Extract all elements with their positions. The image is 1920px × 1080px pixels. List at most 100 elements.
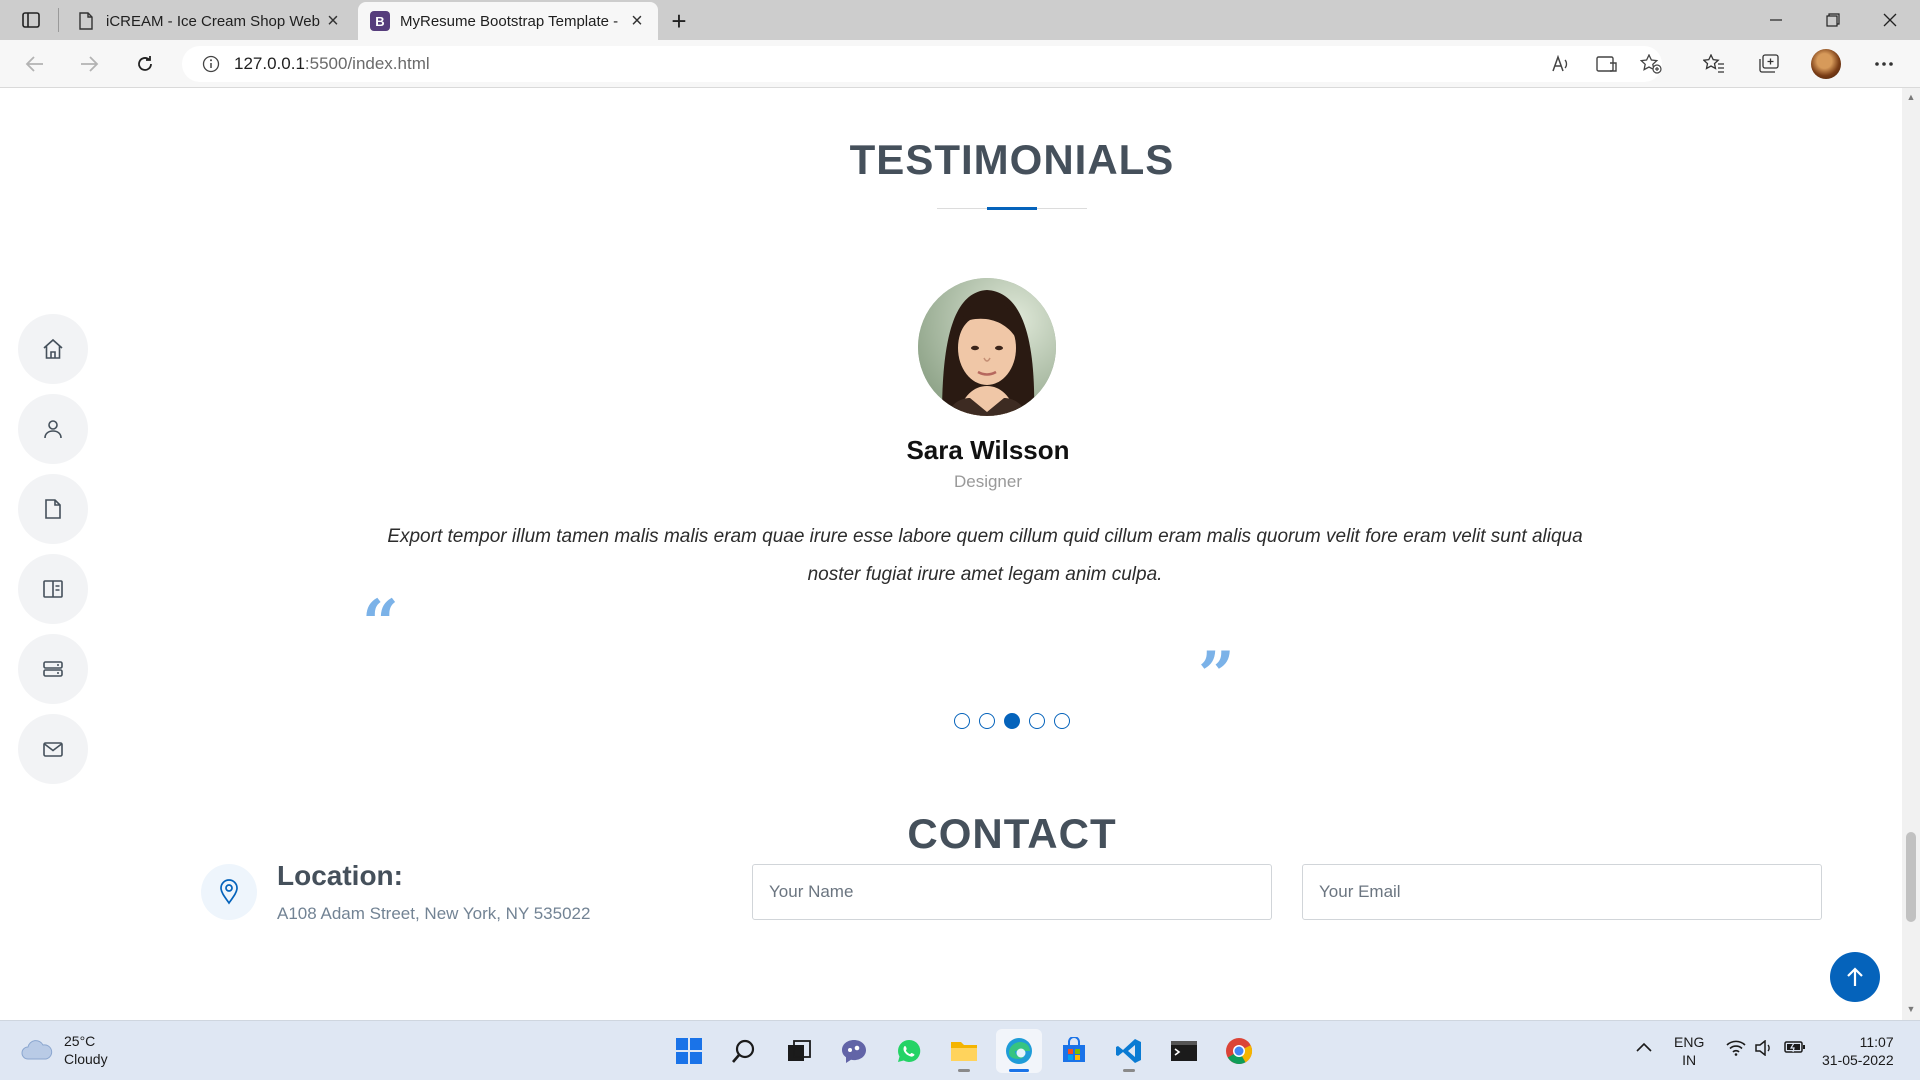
email-input[interactable] xyxy=(1302,864,1822,920)
immersive-reader-icon[interactable] xyxy=(1590,46,1624,82)
chrome-icon xyxy=(1226,1038,1253,1065)
testimonial-quote: Export tempor illum tamen malis malis er… xyxy=(387,526,1583,585)
whatsapp-button[interactable] xyxy=(886,1029,932,1073)
forward-button[interactable] xyxy=(72,48,106,80)
volume-control[interactable] xyxy=(1754,1039,1774,1059)
task-view-icon xyxy=(788,1040,811,1061)
new-tab-button[interactable]: + xyxy=(664,6,694,36)
scrollbar-thumb[interactable] xyxy=(1906,832,1916,922)
store-icon xyxy=(1063,1037,1085,1062)
language-code: ENG xyxy=(1674,1034,1705,1050)
chrome-button[interactable] xyxy=(1216,1029,1262,1073)
side-nav-contact[interactable] xyxy=(18,714,88,784)
url-host: 127.0.0.1 xyxy=(234,54,305,73)
profile-button[interactable] xyxy=(1808,48,1844,80)
location-address: A108 Adam Street, New York, NY 535022 xyxy=(277,904,591,923)
back-arrow-icon xyxy=(25,56,43,72)
favorites-button[interactable] xyxy=(1696,48,1732,80)
tab-close-button[interactable]: × xyxy=(320,8,346,34)
name-input[interactable] xyxy=(752,864,1272,920)
windows-logo-icon xyxy=(676,1038,702,1064)
tab-title: iCREAM - Ice Cream Shop Websi xyxy=(106,12,320,30)
folder-icon xyxy=(951,1042,977,1061)
url-path: :5500/index.html xyxy=(304,54,430,73)
vscode-icon xyxy=(1116,1039,1141,1063)
carousel-dot[interactable] xyxy=(1029,713,1045,729)
language-indicator[interactable]: ENG IN xyxy=(1674,1033,1704,1069)
weather-description: Cloudy xyxy=(64,1051,108,1067)
book-icon xyxy=(43,580,63,598)
collections-icon xyxy=(1759,54,1779,73)
tab-myresume[interactable]: B MyResume Bootstrap Template - × xyxy=(358,2,658,40)
weather-temperature: 25°C xyxy=(64,1033,96,1049)
more-dots-icon xyxy=(1875,62,1893,66)
chevron-up-icon xyxy=(1636,1042,1652,1052)
collections-button[interactable] xyxy=(1752,48,1788,80)
tab-close-button[interactable]: × xyxy=(624,8,650,34)
weather-widget[interactable]: 25°C Cloudy xyxy=(20,1032,108,1068)
network-status[interactable] xyxy=(1726,1040,1746,1059)
back-button[interactable] xyxy=(18,48,52,80)
testimonial-role: Designer xyxy=(953,472,1023,491)
tab-actions-button[interactable] xyxy=(14,6,48,34)
scroll-up-arrow-icon[interactable]: ▲ xyxy=(1906,92,1916,102)
location-icon-badge xyxy=(201,864,257,920)
task-view-button[interactable] xyxy=(776,1029,822,1073)
address-bar[interactable]: 127.0.0.1:5500/index.html xyxy=(182,46,1662,82)
vscode-button[interactable] xyxy=(1106,1029,1152,1073)
testimonials-title-underline xyxy=(937,207,1087,210)
file-icon xyxy=(45,499,61,519)
battery-charging-icon xyxy=(1784,1041,1805,1053)
carousel-dot[interactable] xyxy=(979,713,995,729)
refresh-button[interactable] xyxy=(128,48,162,80)
microsoft-store-button[interactable] xyxy=(1051,1029,1097,1073)
contact-title: CONTACT xyxy=(907,810,1117,857)
carousel-dot[interactable] xyxy=(954,713,970,729)
teams-chat-button[interactable] xyxy=(831,1029,877,1073)
wifi-icon xyxy=(1726,1040,1746,1056)
whatsapp-icon xyxy=(898,1039,921,1062)
site-info-icon[interactable] xyxy=(200,53,222,75)
read-aloud-icon[interactable] xyxy=(1544,46,1578,82)
envelope-icon xyxy=(43,742,63,757)
terminal-button[interactable] xyxy=(1161,1029,1207,1073)
clock-date: 31-05-2022 xyxy=(1822,1052,1894,1068)
settings-menu-button[interactable] xyxy=(1866,48,1902,80)
tab-icream[interactable]: iCREAM - Ice Cream Shop Websi × xyxy=(64,2,354,40)
testimonials-title: TESTIMONIALS xyxy=(849,136,1175,183)
side-nav-services[interactable] xyxy=(18,634,88,704)
server-icon xyxy=(43,661,63,677)
carousel-dot[interactable] xyxy=(1004,713,1020,729)
home-icon xyxy=(43,338,63,359)
carousel-dot[interactable] xyxy=(1054,713,1070,729)
page-scrollbar[interactable]: ▲ ▼ xyxy=(1902,88,1920,1020)
scroll-down-arrow-icon[interactable]: ▼ xyxy=(1906,1004,1916,1014)
restore-button[interactable] xyxy=(1805,0,1861,40)
favorites-icon xyxy=(1703,54,1724,73)
map-pin-icon xyxy=(220,879,238,905)
close-window-button[interactable] xyxy=(1862,0,1918,40)
battery-status[interactable] xyxy=(1784,1040,1806,1057)
testimonial-avatar xyxy=(918,278,1056,416)
forward-arrow-icon xyxy=(81,56,99,72)
edge-button[interactable] xyxy=(996,1029,1042,1073)
speaker-icon xyxy=(1755,1039,1770,1057)
page-icon xyxy=(76,11,96,31)
side-nav-home[interactable] xyxy=(18,314,88,384)
clock[interactable]: 11:07 31-05-2022 xyxy=(1822,1033,1894,1069)
minimize-button[interactable] xyxy=(1748,0,1804,40)
region-code: IN xyxy=(1682,1052,1697,1068)
close-icon xyxy=(1883,13,1897,27)
add-favorite-icon[interactable] xyxy=(1634,46,1668,82)
side-nav-portfolio[interactable] xyxy=(18,554,88,624)
page-viewport: TESTIMONIALS Sara Wilsson Designer “ Exp… xyxy=(0,88,1902,1020)
quote-close-icon: ” xyxy=(1198,638,1235,713)
file-explorer-button[interactable] xyxy=(941,1029,987,1073)
show-hidden-icons-button[interactable] xyxy=(1636,1039,1652,1055)
tab-title: MyResume Bootstrap Template - xyxy=(400,12,619,30)
start-button[interactable] xyxy=(666,1029,712,1073)
tab-separator xyxy=(58,8,59,32)
taskbar-search-button[interactable] xyxy=(721,1029,767,1073)
back-to-top-button[interactable] xyxy=(1830,952,1880,1002)
profile-avatar xyxy=(1811,49,1841,79)
